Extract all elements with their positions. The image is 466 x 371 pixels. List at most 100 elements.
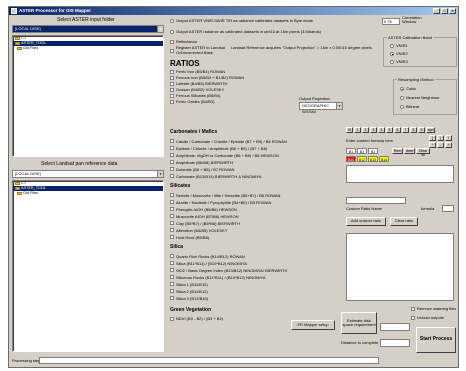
band-b3-button[interactable]: B3 [368, 148, 378, 154]
key-close-paren-button[interactable]: ) [437, 135, 444, 141]
silica-checkbox[interactable] [170, 261, 174, 265]
carbonate-checkbox[interactable] [170, 174, 174, 178]
tree-item[interactable]: Old Files [13, 46, 163, 51]
key-b-button[interactable]: B [346, 127, 353, 133]
formula-short-input[interactable] [442, 205, 454, 212]
ratio-checkbox[interactable] [170, 87, 174, 92]
silica-checkbox[interactable] [170, 275, 174, 279]
key-7-button[interactable]: 7 [402, 127, 409, 133]
key-open-paren-button[interactable]: ( [429, 135, 436, 141]
carbonate-checkbox[interactable] [170, 167, 174, 171]
silica-checkbox[interactable] [170, 282, 174, 286]
landsat-drive-select[interactable]: [LOCAL DISK] ▼ [12, 170, 164, 178]
silica-checkbox[interactable] [170, 268, 174, 272]
cubic-radio[interactable] [400, 87, 404, 91]
silicate-checkbox[interactable] [170, 207, 174, 211]
clear-ratio-button[interactable]: Clear ratio [390, 217, 418, 226]
key-6-button[interactable]: 6 [394, 127, 401, 133]
minimize-button[interactable]: _ [433, 8, 440, 14]
clear-button[interactable]: clear [404, 148, 415, 154]
ratio-checkbox[interactable] [170, 93, 174, 98]
carbonate-label: Carbonate (B13/B14) BIERWIRTH & NINOMIYA [176, 173, 262, 179]
key-sqrt-button[interactable]: sqrt [426, 127, 435, 133]
silica-checkbox[interactable] [170, 296, 174, 300]
clear-all-button[interactable]: Clear all [416, 148, 430, 157]
silica-checkbox[interactable] [170, 289, 174, 293]
rem-button[interactable]: Rem [392, 148, 403, 154]
silicate-checkbox[interactable] [170, 214, 174, 218]
carbonate-label: Amphibole, MgOH or Carbonate (B6 + B9) /… [176, 152, 279, 158]
silica-label: SiO2 / Basic Degree Index (B13/B12) NINO… [176, 267, 288, 273]
reflectance-checkbox[interactable] [170, 40, 174, 44]
remove-watering-checkbox[interactable] [411, 307, 415, 311]
correlation-window-input[interactable]: 0.75 [382, 18, 400, 25]
output-projection-select[interactable]: GEOGRAPHIC WGS84 ▼ [299, 102, 343, 114]
ndvi-checkbox[interactable] [170, 317, 174, 321]
ratio-label: Laterite (B4/B5) BIERWIRTH [176, 81, 228, 86]
band-b2-button[interactable]: B2 [357, 148, 367, 154]
vnir2-radio[interactable] [390, 52, 394, 56]
carbonates-header: Carbonates / Mafics [170, 129, 218, 135]
output-radiance-radio[interactable] [170, 30, 174, 34]
formula-input[interactable] [346, 165, 454, 183]
custom-ratio-name-input[interactable] [346, 197, 406, 204]
key-4-button[interactable]: 4 [378, 127, 385, 133]
silicate-checkbox[interactable] [170, 235, 174, 239]
silicate-checkbox[interactable] [170, 221, 174, 225]
operator-keys: ( ) / * - + [429, 135, 457, 148]
carbonate-checkbox[interactable] [170, 160, 174, 164]
aster-folder-tree[interactable]: C:\ ASTER_TOOL Old Files [12, 35, 164, 157]
key-1-button[interactable]: 1 [354, 127, 361, 133]
output-vnir-label: Output ASTER VNIR-SWIR TIR as radiance c… [176, 18, 314, 23]
er-mapper-setup-button[interactable]: ER Mapper setup [291, 320, 335, 330]
band-b14-button[interactable]: B14 [379, 156, 389, 162]
aster-drive-select[interactable]: [LOCAL DISK] ▼ [12, 25, 164, 33]
landsat-folder-tree[interactable]: C:\ ASTER_TOOL Old Files [12, 180, 164, 352]
custom-ratio-list[interactable] [346, 233, 454, 301]
output-vnir-radio[interactable] [170, 19, 174, 23]
silicate-checkbox[interactable] [170, 193, 174, 197]
carbonate-checkbox[interactable] [170, 146, 174, 150]
ratio-checkbox[interactable] [170, 99, 174, 104]
key-plus-button[interactable]: + [445, 142, 452, 148]
key-8-button[interactable]: 8 [410, 127, 417, 133]
bilinear-radio[interactable] [400, 105, 404, 109]
key-2-button[interactable]: 2 [362, 127, 369, 133]
disk-space-output [380, 323, 410, 331]
silica-label: Silica 1 (B11/B10) [176, 281, 208, 287]
register-landsat-checkbox[interactable] [170, 49, 174, 53]
silicate-label: Phengitic AIOH (B5/B6) HEWSON [176, 206, 237, 212]
silicate-checkbox[interactable] [170, 200, 174, 204]
vnir1-radio[interactable] [390, 44, 394, 48]
close-button[interactable]: × [449, 8, 456, 14]
nearest-radio[interactable] [400, 96, 404, 100]
key-5-button[interactable]: 5 [386, 127, 393, 133]
key-multiply-button[interactable]: * [429, 142, 436, 148]
silicate-label: Clay (B5*B7) / (B6*B6) BIERWIRTH [176, 220, 240, 226]
ratio-checkbox[interactable] [170, 81, 174, 86]
key-divide-button[interactable]: / [445, 135, 452, 141]
band-b13-button[interactable]: B13 [368, 156, 378, 162]
add-custom-ratio-button[interactable]: Add custom ratio [346, 217, 386, 226]
ratio-checkbox[interactable] [170, 75, 174, 80]
band-b12-button[interactable]: B12 [357, 156, 367, 162]
aster-folder-title: Select ASTER input folder [57, 17, 115, 23]
tree-item-label: C:\ [21, 181, 26, 185]
key-3-button[interactable]: 3 [370, 127, 377, 133]
band-b1-button[interactable]: B1 [346, 148, 356, 154]
estimate-disk-space-button[interactable]: Estimate disk space requirement [341, 312, 377, 334]
silica-checkbox[interactable] [170, 254, 174, 258]
folder-icon [17, 191, 22, 195]
ratio-checkbox[interactable] [170, 69, 174, 74]
carbonate-checkbox[interactable] [170, 139, 174, 143]
unload-outputs-checkbox[interactable] [411, 316, 415, 320]
key-9-button[interactable]: 9 [418, 127, 425, 133]
band-b11-button[interactable]: B11 [346, 156, 356, 162]
tree-item[interactable]: Old Files [13, 191, 163, 196]
key-minus-button[interactable]: - [437, 142, 444, 148]
start-process-button[interactable]: Start Process [416, 327, 456, 353]
vnir3-radio[interactable] [390, 60, 394, 64]
carbonate-checkbox[interactable] [170, 153, 174, 157]
silicate-checkbox[interactable] [170, 228, 174, 232]
maximize-button[interactable]: □ [441, 8, 448, 14]
